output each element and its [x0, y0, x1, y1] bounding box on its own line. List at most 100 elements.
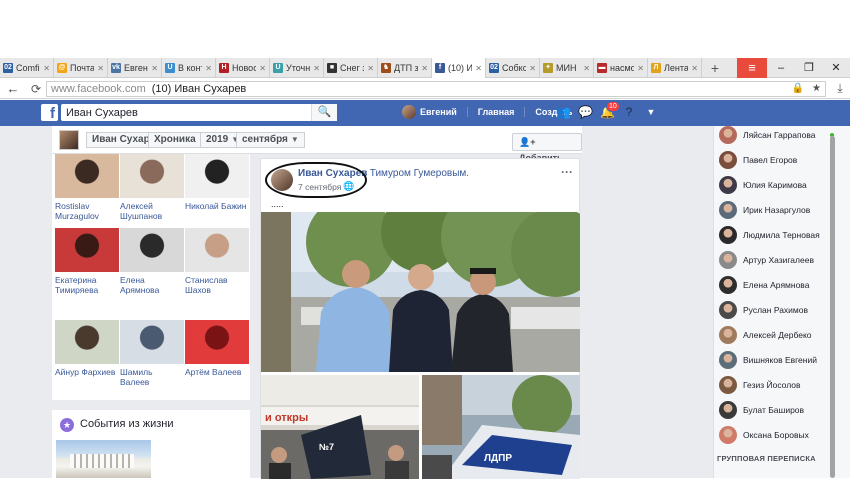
search-input[interactable]: Иван Сухарев 🔍: [61, 104, 337, 121]
browser-tab[interactable]: f (10) И ✕: [432, 58, 486, 78]
notifications-bell-icon[interactable]: 🔔 10: [600, 101, 620, 121]
profile-thumbnail[interactable]: [59, 130, 79, 150]
browser-tab[interactable]: Л Лента ✕: [648, 58, 702, 78]
browser-tab[interactable]: 02 Собкс ✕: [486, 58, 540, 78]
post-photo-right[interactable]: ЛДПР: [422, 375, 580, 479]
tab-close-icon[interactable]: ✕: [421, 64, 428, 73]
browser-tab[interactable]: ▬ насмо ✕: [594, 58, 648, 78]
facebook-logo-icon[interactable]: f: [41, 104, 58, 122]
friend-name[interactable]: Елена Арямнова: [120, 275, 184, 295]
lock-icon[interactable]: 🔒: [792, 83, 804, 94]
post-photo-left[interactable]: и откры №7: [261, 375, 419, 479]
browser-tab[interactable]: 02 Comfi ✕: [0, 58, 54, 78]
download-icon[interactable]: ⤓: [830, 81, 850, 96]
friend-name[interactable]: Екатерина Тимиряева: [55, 275, 119, 295]
friend-photo[interactable]: [185, 228, 249, 272]
post-photo-main[interactable]: [261, 212, 580, 372]
friend-photo[interactable]: [120, 154, 184, 198]
chat-contact[interactable]: Елена Арямнова: [714, 273, 838, 297]
tab-close-icon[interactable]: ✕: [475, 64, 482, 73]
tab-close-icon[interactable]: ✕: [151, 64, 158, 73]
friend-tile[interactable]: Николай Бажин: [185, 154, 249, 211]
browser-tab[interactable]: U Уточн ✕: [270, 58, 324, 78]
friend-tile[interactable]: Станислав Шахов: [185, 228, 249, 295]
chat-contact[interactable]: Ляйсан Гаррапова: [714, 123, 838, 147]
chat-contact[interactable]: Юлия Каримова: [714, 173, 838, 197]
contact-name: Оксана Боровых: [743, 430, 809, 440]
browser-tab[interactable]: ✦ МИН ✕: [540, 58, 594, 78]
tab-close-icon[interactable]: ✕: [259, 64, 266, 73]
life-events-title[interactable]: События из жизни: [80, 418, 173, 430]
friend-requests-icon[interactable]: 👥: [556, 103, 571, 121]
chat-contact[interactable]: Павел Егоров: [714, 148, 838, 172]
tab-close-icon[interactable]: ✕: [97, 64, 104, 73]
close-window-button[interactable]: ✕: [822, 58, 850, 78]
friend-photo[interactable]: [185, 154, 249, 198]
friend-tile[interactable]: Айнур Фархиев: [55, 320, 119, 377]
friend-photo[interactable]: [185, 320, 249, 364]
friend-name[interactable]: Николай Бажин: [185, 201, 249, 211]
chat-contact[interactable]: Ирик Назаргулов: [714, 198, 838, 222]
friend-tile[interactable]: Алексей Шушпанов: [120, 154, 184, 221]
month-select[interactable]: сентября ▼: [236, 132, 305, 148]
browser-menu-button[interactable]: ≡: [737, 58, 767, 78]
friend-name[interactable]: Шамиль Валеев: [120, 367, 184, 387]
url-field[interactable]: www.facebook.com (10) Иван Сухарев 🔒 ★: [46, 80, 826, 97]
chat-contact[interactable]: Гезиз Йосолов: [714, 373, 838, 397]
browser-tab[interactable]: @ Почта ✕: [54, 58, 108, 78]
friend-tile[interactable]: Rostislav Murzagulov: [55, 154, 119, 221]
minimize-button[interactable]: –: [767, 58, 795, 78]
chat-contact[interactable]: Руслан Рахимов: [714, 298, 838, 322]
tab-close-icon[interactable]: ✕: [529, 64, 536, 73]
friend-name[interactable]: Станислав Шахов: [185, 275, 249, 295]
chat-contact[interactable]: Вишняков Евгений: [714, 348, 838, 372]
friend-photo[interactable]: [55, 228, 119, 272]
friend-name[interactable]: Rostislav Murzagulov: [55, 201, 119, 221]
friend-name[interactable]: Айнур Фархиев: [55, 367, 119, 377]
tab-close-icon[interactable]: ✕: [583, 64, 590, 73]
reload-icon[interactable]: ⟳: [26, 82, 46, 96]
friend-tile[interactable]: Артём Валеев: [185, 320, 249, 377]
chat-contact[interactable]: Булат Баширов: [714, 398, 838, 422]
life-event-photo[interactable]: [56, 440, 151, 478]
friend-photo[interactable]: [120, 320, 184, 364]
back-arrow-icon[interactable]: ←: [0, 81, 26, 96]
profile-link[interactable]: Евгений: [402, 105, 467, 119]
tab-close-icon[interactable]: ✕: [691, 64, 698, 73]
new-tab-button[interactable]: +: [702, 58, 728, 77]
friend-tile[interactable]: Елена Арямнова: [120, 228, 184, 295]
browser-tab[interactable]: H Новос ✕: [216, 58, 270, 78]
post-tagged-text[interactable]: с Тимуром Гумеровым.: [362, 168, 469, 179]
chat-contact[interactable]: Алексей Дербеко: [714, 323, 838, 347]
browser-tab[interactable]: ■ Снег з ✕: [324, 58, 378, 78]
tab-close-icon[interactable]: ✕: [367, 64, 374, 73]
friend-photo[interactable]: [55, 320, 119, 364]
search-icon[interactable]: 🔍: [311, 104, 337, 121]
friend-name[interactable]: Алексей Шушпанов: [120, 201, 184, 221]
chat-contact[interactable]: Людмила Терновая: [714, 223, 838, 247]
tab-close-icon[interactable]: ✕: [205, 64, 212, 73]
browser-tab[interactable]: UВ конт ✕: [162, 58, 216, 78]
tab-close-icon[interactable]: ✕: [637, 64, 644, 73]
add-button[interactable]: 👤+ Добавить: [512, 133, 582, 163]
account-menu-caret-icon[interactable]: ▼: [644, 103, 658, 121]
tab-close-icon[interactable]: ✕: [43, 64, 50, 73]
help-icon[interactable]: ?: [622, 103, 636, 121]
chat-contact[interactable]: Артур Хазигалеев: [714, 248, 838, 272]
home-link[interactable]: Главная: [466, 107, 525, 117]
chat-contact[interactable]: Оксана Боровых: [714, 423, 838, 447]
address-bar-row: ← ⟳ www.facebook.com (10) Иван Сухарев 🔒…: [0, 79, 850, 99]
friend-name[interactable]: Артём Валеев: [185, 367, 249, 377]
tab-close-icon[interactable]: ✕: [313, 64, 320, 73]
friend-tile[interactable]: Екатерина Тимиряева: [55, 228, 119, 295]
messenger-icon[interactable]: 💬: [578, 103, 593, 121]
browser-tab[interactable]: ♞ ДТП з ✕: [378, 58, 432, 78]
star-icon[interactable]: ★: [812, 83, 821, 94]
friend-photo[interactable]: [120, 228, 184, 272]
chat-scrollbar[interactable]: [830, 136, 835, 478]
browser-tab[interactable]: vk Евген ✕: [108, 58, 162, 78]
maximize-button[interactable]: ❐: [795, 58, 823, 78]
more-options-icon[interactable]: ···: [561, 165, 573, 179]
friend-photo[interactable]: [55, 154, 119, 198]
friend-tile[interactable]: Шамиль Валеев: [120, 320, 184, 387]
